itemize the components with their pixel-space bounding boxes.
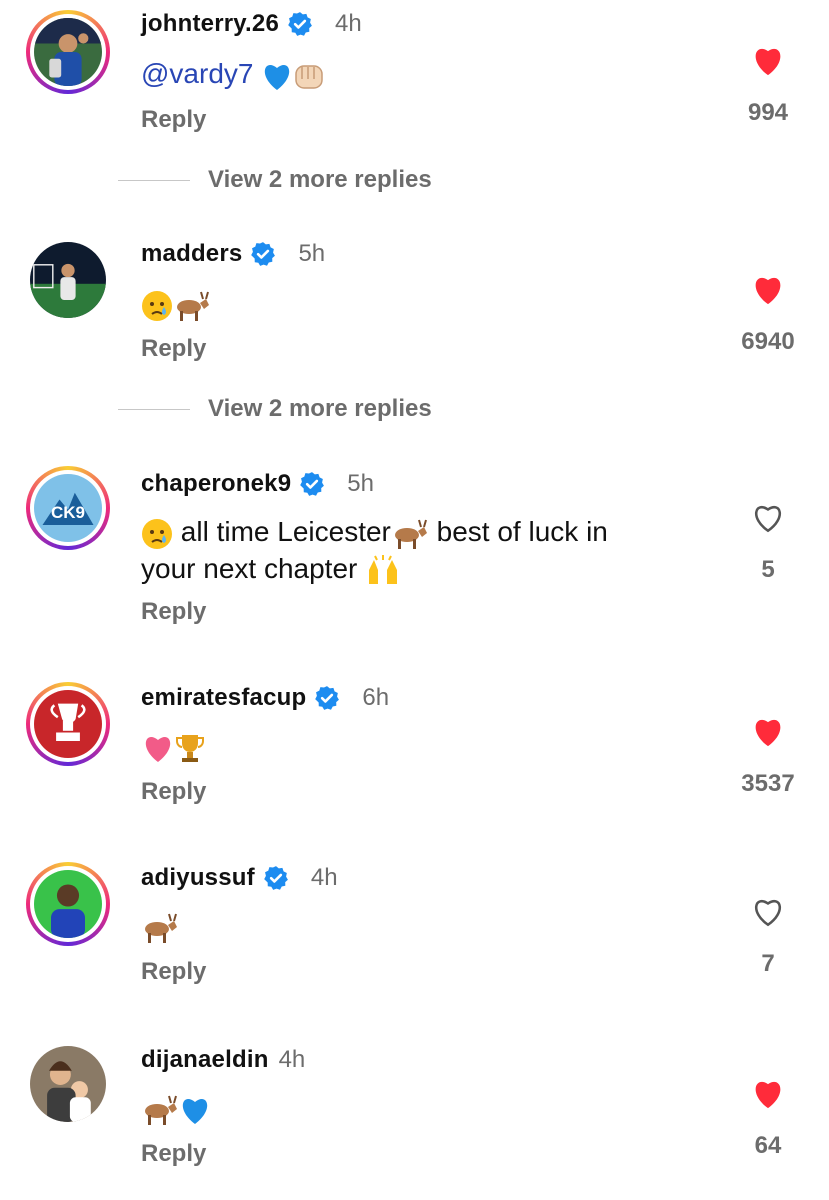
avatar[interactable]	[26, 10, 110, 94]
timestamp: 6h	[362, 684, 390, 711]
avatar[interactable]	[26, 862, 110, 946]
blue-heart-emoji	[179, 1095, 211, 1125]
raising-hands-emoji	[365, 554, 401, 586]
like-count: 7	[761, 950, 775, 977]
view-more-replies[interactable]: View 2 more replies	[118, 166, 432, 194]
heart-outline-icon[interactable]	[751, 896, 785, 928]
verified-badge-icon	[250, 241, 276, 267]
like-count: 64	[754, 1132, 782, 1159]
verified-badge-icon	[299, 471, 325, 497]
crying-face-emoji	[141, 290, 173, 322]
like-control: 3537	[723, 716, 813, 798]
like-count: 3537	[741, 770, 795, 797]
comment-text-c: your next chapter	[141, 552, 358, 584]
like-count: 5	[761, 556, 775, 583]
heart-outline-icon[interactable]	[751, 502, 785, 534]
goat-emoji	[173, 289, 211, 323]
avatar[interactable]	[26, 238, 110, 322]
verified-badge-icon	[287, 11, 313, 37]
mention-link[interactable]: @vardy7	[141, 58, 253, 89]
username[interactable]: johnterry.26	[141, 10, 279, 38]
goat-emoji	[391, 517, 429, 551]
avatar[interactable]	[26, 1042, 110, 1126]
heart-filled-icon[interactable]	[751, 716, 785, 748]
heart-filled-icon[interactable]	[751, 45, 785, 77]
like-control: 64	[723, 1078, 813, 1160]
view-more-label: View 2 more replies	[208, 395, 432, 422]
like-control: 5	[723, 502, 813, 584]
timestamp: 4h	[310, 864, 338, 891]
verified-badge-icon	[263, 865, 289, 891]
blue-heart-emoji	[261, 61, 293, 91]
heart-filled-icon[interactable]	[751, 274, 785, 306]
comment-text	[141, 286, 701, 323]
reply-button[interactable]: Reply	[141, 598, 206, 626]
comment-text-b: best of luck in	[436, 516, 608, 547]
like-count: 994	[747, 99, 789, 126]
goat-emoji	[141, 911, 179, 945]
reply-button[interactable]: Reply	[141, 1140, 206, 1168]
comment-text: all time Leicester best of luck in your …	[141, 514, 701, 587]
timestamp: 4h	[278, 1046, 306, 1073]
like-count: 6940	[741, 328, 795, 355]
username[interactable]: dijanaeldin	[141, 1046, 269, 1074]
comment-text: @vardy7	[141, 56, 701, 92]
reply-button[interactable]: Reply	[141, 958, 206, 986]
comment-text	[141, 908, 701, 945]
username[interactable]: emiratesfacup	[141, 684, 306, 712]
view-more-replies[interactable]: View 2 more replies	[118, 395, 432, 423]
verified-badge-icon	[314, 685, 340, 711]
reply-button[interactable]: Reply	[141, 106, 206, 134]
heart-filled-icon[interactable]	[751, 1078, 785, 1110]
view-more-label: View 2 more replies	[208, 166, 432, 193]
avatar[interactable]: CK9	[26, 466, 110, 550]
username[interactable]: madders	[141, 240, 242, 268]
like-control: 994	[723, 45, 813, 127]
goat-emoji	[141, 1093, 179, 1127]
comment-text	[141, 728, 701, 764]
crying-face-emoji	[141, 518, 173, 550]
like-control: 6940	[723, 274, 813, 356]
avatar-logo-text: CK9	[51, 503, 85, 522]
divider-line	[118, 408, 190, 410]
comment-text	[141, 1090, 701, 1127]
comment-text-a: all time Leicester	[180, 516, 391, 547]
avatar[interactable]	[26, 682, 110, 766]
reply-button[interactable]: Reply	[141, 335, 206, 363]
timestamp: 5h	[347, 470, 374, 497]
timestamp: 4h	[335, 10, 362, 37]
pink-heart-emoji	[141, 733, 175, 763]
username[interactable]: chaperonek9	[141, 470, 291, 498]
trophy-emoji	[175, 732, 205, 764]
fist-emoji	[293, 61, 325, 91]
username[interactable]: adiyussuf	[141, 864, 255, 892]
like-control: 7	[723, 896, 813, 978]
reply-button[interactable]: Reply	[141, 778, 206, 806]
divider-line	[118, 179, 190, 181]
timestamp: 5h	[298, 240, 326, 267]
